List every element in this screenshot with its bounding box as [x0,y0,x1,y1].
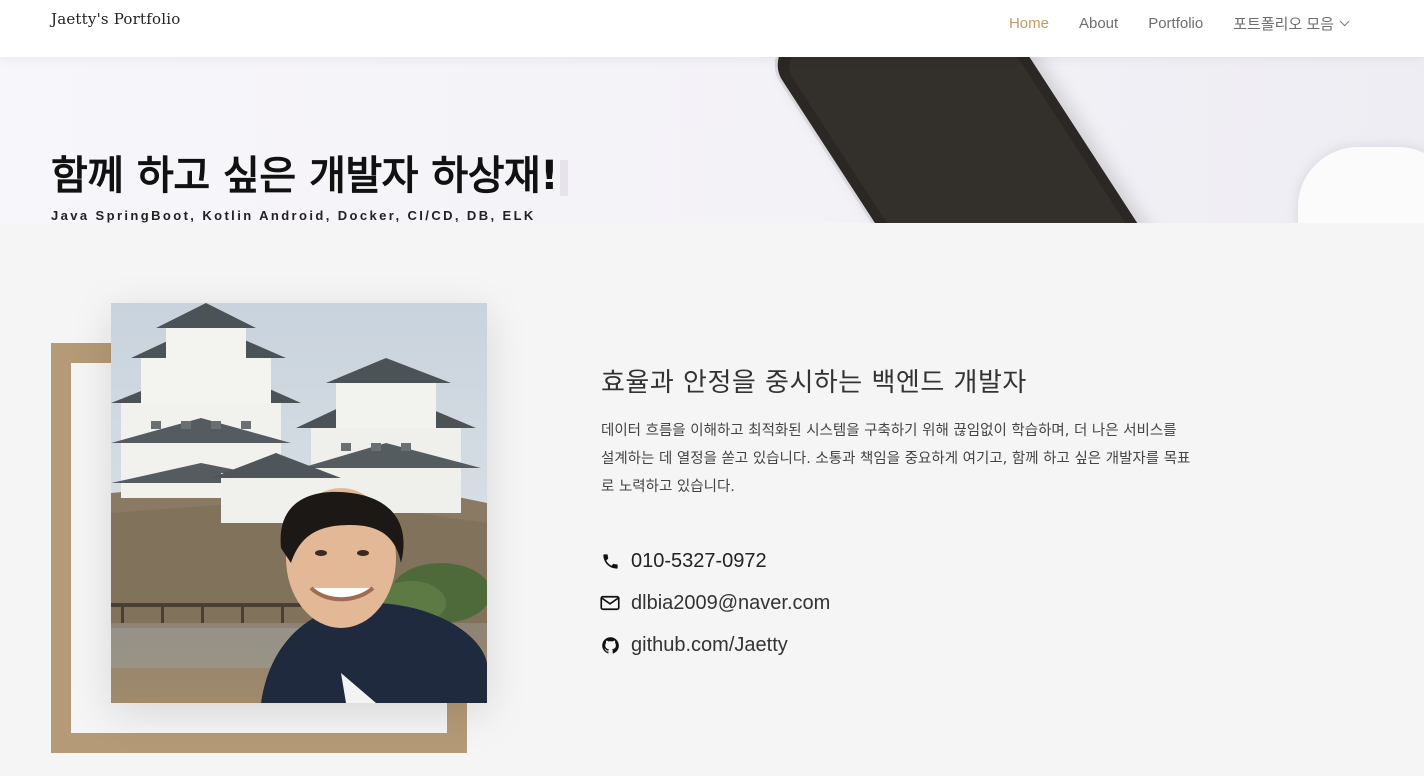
github-icon [600,635,620,655]
phone-number: 010-5327-0972 [631,549,767,572]
hero-title: 함께 하고 싶은 개발자 하상재! [51,143,569,201]
contact-github: github.com/Jaetty [600,624,830,666]
envelope-icon [600,593,620,613]
profile-photo [111,303,487,703]
site-header: Jaetty's Portfolio Home About Portfolio … [0,0,1424,57]
contact-phone: 010-5327-0972 [600,540,830,582]
hero-phone-image [766,57,1154,223]
main-nav: Home About Portfolio 포트폴리오 모음 [979,13,1350,34]
about-section: 효율과 안정을 중시하는 백엔드 개발자 데이터 흐름을 이해하고 최적화된 시… [601,362,1201,501]
hero-banner: 함께 하고 싶은 개발자 하상재! Java SpringBoot, Kotli… [0,57,1424,223]
phone-icon [600,551,620,571]
site-brand[interactable]: Jaetty's Portfolio [51,10,180,28]
typing-cursor [560,160,569,196]
about-description: 데이터 흐름을 이해하고 최적화된 시스템을 구축하기 위해 끊임없이 학습하며… [601,423,1191,495]
about-title: 효율과 안정을 중시하는 백엔드 개발자 [601,368,1027,398]
github-link[interactable]: github.com/Jaetty [631,634,788,657]
hero-subtitle: Java SpringBoot, Kotlin Android, Docker,… [51,208,536,223]
nav-portfolio-collection-dropdown[interactable]: 포트폴리오 모음 [1233,13,1350,34]
contact-email: dlbia2009@naver.com [600,582,830,624]
contact-list: 010-5327-0972 dlbia2009@naver.com github… [600,540,830,666]
nav-home[interactable]: Home [1009,15,1049,32]
nav-about[interactable]: About [1079,15,1118,32]
nav-portfolio[interactable]: Portfolio [1148,15,1203,32]
chevron-down-icon [1339,16,1350,27]
email-link[interactable]: dlbia2009@naver.com [631,592,830,615]
hero-mouse-image [1298,147,1424,223]
